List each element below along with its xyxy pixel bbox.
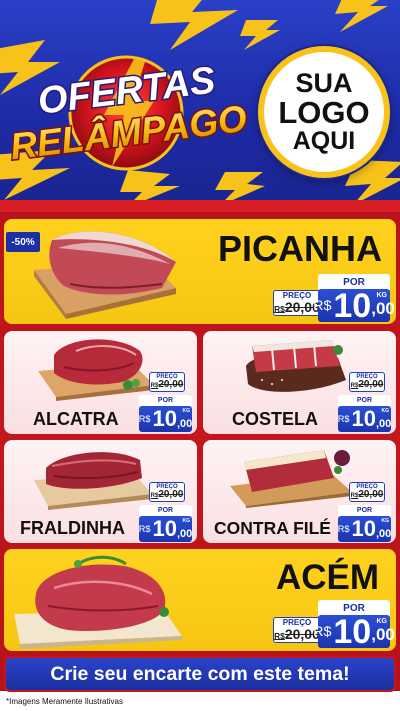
price-cents: ,00 bbox=[371, 298, 395, 318]
featured-product-name: ACÉM bbox=[276, 558, 380, 597]
por-label: POR bbox=[157, 507, 174, 514]
disclaimer-text: *Imagens Meramente Ilustrativas bbox=[6, 697, 123, 706]
price-integer: 10 bbox=[333, 612, 372, 651]
price-currency: R$ bbox=[138, 524, 151, 534]
price-integer: 10 bbox=[152, 406, 177, 431]
fraldinha-image bbox=[32, 444, 154, 510]
hero-title: OFERTAS RELÂMPAGO bbox=[6, 45, 253, 175]
por-label: POR bbox=[343, 276, 365, 288]
featured-product-name: PICANHA bbox=[218, 228, 383, 269]
old-price-tag: PREÇO R$20,00 bbox=[149, 482, 185, 502]
new-price-tag: R$ 10 ,00 KG bbox=[139, 406, 192, 432]
old-price-value: R$20,00 bbox=[150, 489, 184, 500]
por-tag: POR bbox=[139, 505, 192, 516]
por-label: POR bbox=[157, 397, 174, 404]
price-integer: 10 bbox=[333, 286, 372, 325]
price-cents: ,00 bbox=[371, 624, 395, 644]
new-price-tag: R$ 10 ,00 KG bbox=[313, 612, 395, 651]
price-integer: 10 bbox=[351, 406, 376, 431]
picanha-image bbox=[30, 226, 180, 320]
price-integer: 10 bbox=[351, 516, 376, 541]
acem-image bbox=[14, 554, 184, 649]
create-flyer-button[interactable]: Crie seu encarte com este tema! bbox=[4, 656, 396, 692]
price-unit: KG bbox=[182, 518, 191, 524]
product-name: ALCATRA bbox=[33, 409, 119, 429]
new-price-tag: R$ 10 ,00 KG bbox=[338, 516, 391, 542]
new-price-tag: R$ 10 ,00 KG bbox=[139, 516, 192, 542]
old-price-tag: PREÇO R$20,00 bbox=[149, 372, 185, 392]
header-banner: OFERTAS RELÂMPAGO SUA LOGO AQUI bbox=[0, 0, 400, 205]
por-label: POR bbox=[356, 507, 373, 514]
old-price-value: R$20,00 bbox=[350, 379, 384, 390]
price-integer: 10 bbox=[152, 516, 177, 541]
old-price-value: R$20,00 bbox=[350, 489, 384, 500]
logo-text-line: SUA bbox=[295, 67, 353, 98]
product-name: CONTRA FILÉ bbox=[214, 518, 331, 538]
price-cents: ,00 bbox=[177, 528, 193, 541]
por-label: POR bbox=[356, 397, 373, 404]
price-currency: R$ bbox=[138, 414, 151, 424]
discount-badge: -50% bbox=[6, 232, 40, 252]
divider-strip bbox=[0, 200, 400, 212]
price-cents: ,00 bbox=[177, 418, 193, 431]
product-name: FRALDINHA bbox=[20, 518, 125, 538]
product-name: COSTELA bbox=[232, 409, 319, 429]
price-currency: R$ bbox=[337, 524, 350, 534]
price-unit: KG bbox=[381, 518, 390, 524]
price-cents: ,00 bbox=[376, 528, 392, 541]
por-tag: POR bbox=[139, 395, 192, 406]
costela-image bbox=[242, 336, 352, 396]
logo-placeholder[interactable]: SUA LOGO AQUI bbox=[258, 46, 390, 178]
logo-text-line: AQUI bbox=[292, 126, 356, 155]
logo-text-line: LOGO bbox=[278, 95, 370, 131]
lightning-bolt-icon bbox=[335, 0, 388, 32]
por-tag: POR bbox=[338, 505, 391, 516]
price-currency: R$ bbox=[313, 623, 332, 640]
lightning-bolt-icon bbox=[150, 0, 238, 50]
price-unit: KG bbox=[376, 618, 388, 625]
price-cents: ,00 bbox=[376, 418, 392, 431]
old-price-tag: PREÇO R$20,00 bbox=[349, 372, 385, 392]
price-currency: R$ bbox=[313, 297, 332, 314]
price-unit: KG bbox=[381, 408, 390, 414]
price-currency: R$ bbox=[337, 414, 350, 424]
new-price-tag: R$ 10 ,00 KG bbox=[338, 406, 391, 432]
por-label: POR bbox=[343, 602, 365, 614]
por-tag: POR bbox=[338, 395, 391, 406]
old-price-value: R$20,00 bbox=[150, 379, 184, 390]
alcatra-image bbox=[36, 333, 156, 401]
price-unit: KG bbox=[376, 292, 388, 299]
old-price-tag: PREÇO R$20,00 bbox=[349, 482, 385, 502]
price-unit: KG bbox=[182, 408, 191, 414]
new-price-tag: R$ 10 ,00 KG bbox=[313, 286, 395, 325]
contra-file-image bbox=[228, 444, 356, 508]
